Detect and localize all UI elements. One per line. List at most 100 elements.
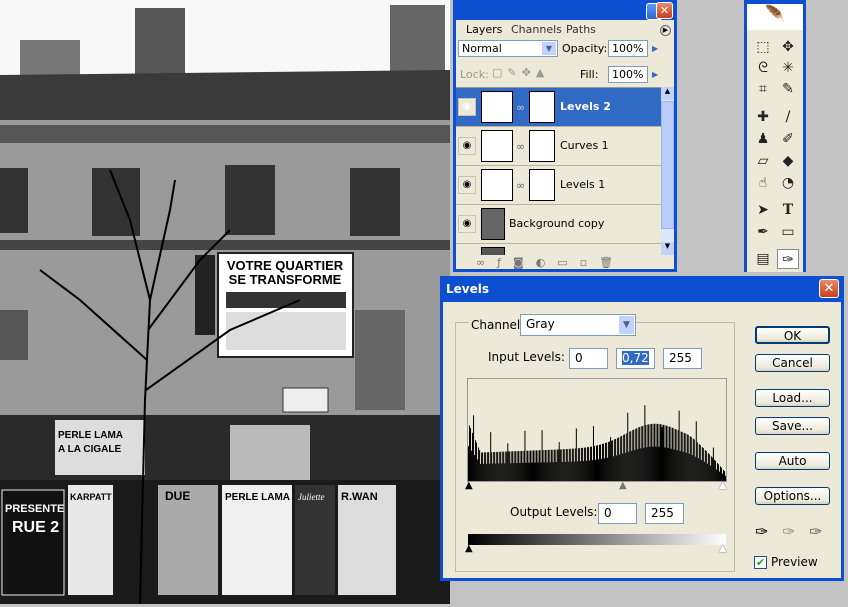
histogram-bar [532,450,534,481]
input-white-field[interactable]: 255 [663,348,702,369]
input-black-field[interactable]: 0 [569,348,608,369]
link-icon[interactable]: ∞ [516,140,525,153]
white-point-eyedropper-icon[interactable]: ✑ [809,522,822,541]
cancel-button[interactable]: Cancel [755,354,830,372]
histogram-bar [681,432,683,481]
ok-button[interactable]: OK [755,326,830,344]
blend-mode-select[interactable]: Normal ▼ [458,40,558,57]
paint-bucket-icon[interactable]: ◆ [777,151,799,171]
histogram-bar [577,448,579,481]
close-button[interactable]: ✕ [656,2,673,19]
layer-list-scrollbar[interactable]: ▲ ▼ [661,87,674,255]
move-tool-icon[interactable]: ✥ [777,37,799,57]
histogram-bar [595,445,597,481]
tab-layers[interactable]: Layers [466,22,502,38]
gray-point-eyedropper-icon[interactable]: ✑ [782,522,795,541]
lock-icons[interactable]: ▢✎✥▲ [492,66,549,79]
layer-row-background-copy[interactable]: ◉ Background copy [456,205,661,244]
opacity-slider-arrow[interactable]: ▶ [652,41,664,56]
black-point-eyedropper-icon[interactable]: ✑ [755,522,768,541]
layer-row-partial[interactable] [456,244,661,255]
link-icon[interactable]: ∞ [516,101,525,114]
stamp-tool-icon[interactable]: ♟ [752,129,774,149]
histogram-bar [517,451,519,481]
eye-icon[interactable]: ◉ [458,137,476,155]
slice-tool-icon[interactable]: ✎ [777,79,799,99]
fill-input[interactable]: 100% [608,66,648,83]
histogram-bar [697,458,699,481]
scrollbar-thumb[interactable] [661,101,674,229]
shape-tool-icon[interactable]: ▭ [777,222,799,242]
layer-footer-icons[interactable]: ∞ƒ◙◐▭▫🗑 [476,256,625,269]
magic-wand-icon[interactable]: ✳ [777,58,799,78]
histogram-bar [693,439,695,481]
layer-row-curves-1[interactable]: ◉ ∞ Curves 1 [456,127,661,166]
close-button[interactable]: ✕ [819,279,839,298]
output-black-slider[interactable]: ▲ [465,543,473,554]
channel-select[interactable]: Gray ▼ [520,314,636,336]
lasso-tool-icon[interactable]: ᘓ [752,58,774,78]
history-brush-icon[interactable]: ✐ [777,129,799,149]
histogram-bar [662,424,664,481]
notes-tool-icon[interactable]: ▤ [752,249,774,269]
opacity-input[interactable]: 100% [608,40,648,57]
layer-name: Levels 1 [560,178,606,191]
histogram-bar [514,451,516,481]
histogram-bar [612,440,614,481]
histogram-bar [509,451,511,481]
layer-row-levels-2[interactable]: ◉ ∞ Levels 2 [456,88,661,127]
histogram-bar [531,462,533,481]
path-selection-icon[interactable]: ➤ [752,200,774,220]
tab-channels[interactable]: Channels [511,22,562,38]
eye-icon[interactable]: ◉ [458,215,476,233]
brush-tool-icon[interactable]: / [777,107,799,127]
input-gamma-field[interactable]: 0,72 [616,348,655,369]
histogram-bar [699,445,701,481]
image-canvas[interactable]: VOTRE QUARTIER SE TRANSFORME PERLE LAMA … [0,0,450,605]
scroll-down-arrow[interactable]: ▼ [661,242,674,255]
histogram-bar [709,465,711,481]
preview-checkbox[interactable]: ✔ [754,556,767,569]
auto-button[interactable]: Auto [755,452,830,470]
load-button[interactable]: Load... [755,389,830,407]
input-gamma-slider[interactable]: ▲ [619,480,627,491]
output-black-field[interactable]: 0 [598,503,637,524]
eye-icon[interactable]: ◉ [458,176,476,194]
link-icon[interactable]: ∞ [516,179,525,192]
histogram-bar [554,449,556,481]
poster-text: Juliette [298,492,325,502]
panel-menu-icon[interactable]: ▶ [660,25,671,36]
histogram-bar [594,459,596,481]
eye-icon[interactable]: ◉ [458,98,476,116]
marquee-tool-icon[interactable]: ⬚ [752,37,774,57]
fill-slider-arrow[interactable]: ▶ [652,67,664,82]
layer-mask-thumbnail[interactable] [529,130,555,162]
type-tool-icon[interactable]: T [777,200,799,220]
output-white-slider[interactable]: ▲ [719,543,727,554]
input-white-slider[interactable]: ▲ [719,480,727,491]
levels-dialog: Levels ✕ Channel: Gray ▼ Input Levels: 0 … [440,276,844,581]
histogram-bar [674,428,676,481]
output-white-field[interactable]: 255 [645,503,684,524]
dodge-tool-icon[interactable]: ◔ [777,173,799,193]
layers-panel: ✕ Layers Channels Paths ▶ Normal ▼ Opacit… [453,0,677,272]
histogram-bar [685,452,687,481]
layer-mask-thumbnail[interactable] [529,169,555,201]
scroll-up-arrow[interactable]: ▲ [661,87,674,100]
save-button[interactable]: Save... [755,417,830,435]
histogram-bar [650,424,652,481]
eyedropper-tool-icon[interactable]: ✑ [777,249,799,269]
eraser-tool-icon[interactable]: ▱ [752,151,774,171]
healing-brush-icon[interactable]: ✚ [752,107,774,127]
options-button[interactable]: Options... [755,487,830,505]
histogram-bar [572,448,574,481]
input-black-slider[interactable]: ▲ [465,480,473,491]
tab-paths[interactable]: Paths [566,22,596,38]
smudge-tool-icon[interactable]: ☝ [752,173,774,193]
layer-mask-thumbnail[interactable] [529,91,555,123]
pen-tool-icon[interactable]: ✒ [752,222,774,242]
histogram-bar [481,452,483,481]
layer-row-levels-1[interactable]: ◉ ∞ Levels 1 [456,166,661,205]
histogram-bar [675,429,677,481]
crop-tool-icon[interactable]: ⌗ [752,79,774,99]
